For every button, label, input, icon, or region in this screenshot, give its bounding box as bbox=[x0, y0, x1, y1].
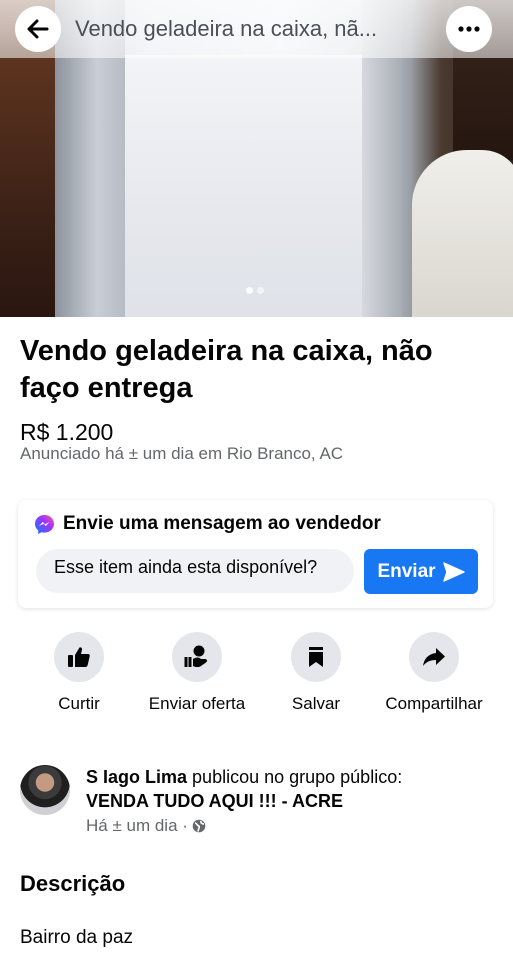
send-button[interactable]: Enviar bbox=[364, 549, 478, 594]
description-heading: Descrição bbox=[20, 871, 126, 896]
more-options-button[interactable] bbox=[446, 6, 492, 52]
make-offer-button[interactable]: Enviar oferta bbox=[137, 632, 257, 714]
back-arrow-icon bbox=[27, 19, 49, 39]
poster-published-text: publicou no grupo público: bbox=[192, 767, 403, 787]
send-icon bbox=[442, 561, 465, 582]
messenger-icon bbox=[35, 514, 54, 534]
message-card-title: Envie uma mensagem ao vendedor bbox=[63, 513, 381, 534]
thumbs-up-icon bbox=[54, 632, 104, 682]
more-dots-icon bbox=[458, 26, 480, 32]
message-seller-card: Envie uma mensagem ao vendedor Esse item… bbox=[18, 500, 493, 608]
photo-toilet bbox=[412, 150, 513, 317]
share-label: Compartilhar bbox=[385, 694, 483, 713]
save-label: Salvar bbox=[291, 694, 341, 713]
header-title: Vendo geladeira na caixa, nã... bbox=[75, 16, 378, 41]
photo-box-face bbox=[125, 55, 375, 317]
description-text: Bairro da paz bbox=[20, 927, 134, 948]
post-time-text: Há ± um dia · bbox=[86, 816, 188, 835]
poster-name[interactable]: S Iago Lima bbox=[86, 767, 187, 787]
listing-actions: Curtir Enviar oferta Salvar Compartilhar bbox=[0, 632, 513, 742]
save-button[interactable]: Salvar bbox=[256, 632, 376, 714]
share-button[interactable]: Compartilhar bbox=[374, 632, 494, 714]
make-offer-label: Enviar oferta bbox=[148, 694, 246, 713]
globe-icon bbox=[192, 819, 206, 833]
send-button-label: Enviar bbox=[377, 560, 436, 582]
avatar[interactable] bbox=[20, 765, 70, 815]
listing-price: R$ 1.200 bbox=[20, 419, 114, 445]
back-button[interactable] bbox=[15, 6, 61, 52]
group-name[interactable]: VENDA TUDO AQUI !!! - ACRE bbox=[86, 791, 343, 811]
message-card-header: Envie uma mensagem ao vendedor bbox=[34, 513, 381, 535]
gallery-dot[interactable] bbox=[246, 287, 253, 294]
message-input[interactable]: Esse item ainda esta disponível? bbox=[36, 549, 354, 593]
bookmark-icon bbox=[291, 632, 341, 682]
like-button[interactable]: Curtir bbox=[19, 632, 139, 714]
gallery-dot[interactable] bbox=[257, 287, 264, 294]
poster-text: S Iago Lima publicou no grupo público: V… bbox=[86, 765, 496, 813]
share-icon bbox=[409, 632, 459, 682]
listing-title: Vendo geladeira na caixa, não faço entre… bbox=[20, 335, 433, 404]
like-label: Curtir bbox=[58, 694, 100, 713]
post-time: Há ± um dia · bbox=[86, 816, 206, 836]
gallery-pager bbox=[246, 287, 264, 294]
top-bar: Vendo geladeira na caixa, nã... bbox=[0, 0, 513, 58]
offer-icon bbox=[172, 632, 222, 682]
listing-posted-info: Anunciado há ± um dia em Rio Branco, AC bbox=[20, 444, 344, 463]
